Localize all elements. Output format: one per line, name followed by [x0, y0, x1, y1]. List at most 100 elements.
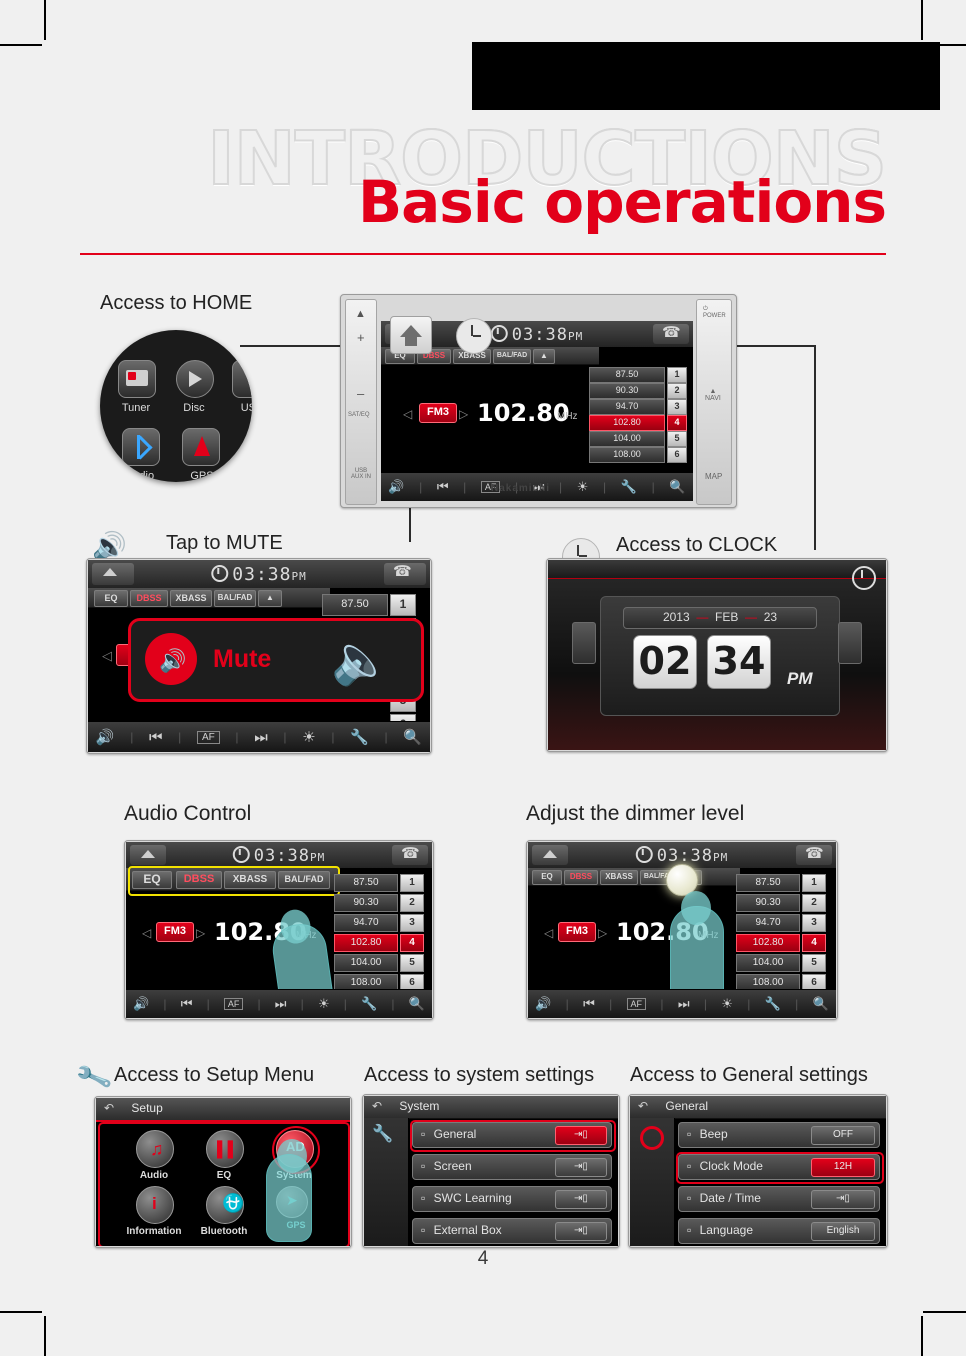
next-track-icon[interactable]: ⏭ [275, 996, 287, 1012]
navigation-arrow-icon[interactable] [182, 428, 220, 466]
preset-number[interactable]: 3 [667, 399, 687, 415]
dimmer-icon[interactable]: ☀ [318, 996, 330, 1012]
mute-overlay[interactable]: 🔊 Mute 🔈 [128, 618, 424, 702]
home-icon[interactable] [130, 845, 166, 865]
enter-icon[interactable]: ⇥▯ [555, 1190, 607, 1209]
general-row-date-time[interactable]: ▫ Date / Time ⇥▯ [678, 1186, 880, 1212]
preset-frequency[interactable]: 104.00 [589, 431, 665, 447]
preset-number[interactable]: 4 [400, 934, 424, 952]
home-icon[interactable] [532, 845, 568, 865]
eq-button[interactable]: EQ [94, 590, 128, 607]
prev-arrow-icon[interactable]: ◁ [544, 926, 553, 940]
prev-arrow-icon[interactable]: ◁ [102, 648, 112, 664]
clock-hour[interactable]: 02 [633, 635, 697, 689]
bottom-toolbar[interactable]: 🔊 | ⏮ | AF | ⏭ | ☀ | 🔧 | 🔍 [528, 989, 836, 1018]
preset-frequency[interactable]: 87.50 [334, 874, 398, 892]
band-button[interactable]: FM3 [419, 403, 457, 423]
preset-frequency[interactable]: 102.80 [736, 934, 800, 952]
preset-number[interactable]: 1 [667, 367, 687, 383]
enter-icon[interactable]: ⇥▯ [811, 1190, 875, 1209]
row-value[interactable]: OFF [811, 1126, 875, 1145]
preset-frequency[interactable]: 90.30 [589, 383, 665, 399]
band-icon[interactable]: AF [223, 998, 244, 1010]
preset-frequency[interactable]: 104.00 [736, 954, 800, 972]
home-icon[interactable] [92, 563, 134, 585]
right-button-column[interactable]: ⏻ POWER ▲ NAVI MAP [696, 299, 732, 505]
bottom-toolbar[interactable]: 🔊 | ⏮ | AF | ⏭ | ☀ | 🔧 | 🔍 [88, 721, 430, 752]
preset-frequency[interactable]: 102.80 [334, 934, 398, 952]
preset-number[interactable]: 1 [802, 874, 826, 892]
dimmer-icon[interactable]: ☀ [302, 728, 315, 746]
row-value[interactable]: English [811, 1222, 875, 1241]
preset-frequency[interactable]: 94.70 [736, 914, 800, 932]
enter-icon[interactable]: ⇥▯ [555, 1158, 607, 1177]
preset-number[interactable]: 2 [400, 894, 424, 912]
system-row-swc[interactable]: ▫ SWC Learning ⇥▯ [412, 1186, 612, 1212]
gear-icon[interactable] [640, 1126, 664, 1150]
preset-frequency[interactable]: 108.00 [589, 447, 665, 463]
preset-number[interactable]: 5 [400, 954, 424, 972]
home-popup[interactable]: Tuner Disc USB Audio GPS [100, 330, 252, 482]
general-row-beep[interactable]: ▫ Beep OFF [678, 1122, 880, 1148]
dbss-button[interactable]: DBSS [564, 870, 598, 885]
setup-menu-screen[interactable]: ↶ Setup ♫ Audio ▌▌ EQ AD System i Inform… [96, 1098, 350, 1246]
general-row-language[interactable]: ▫ Language English [678, 1218, 880, 1244]
dimmer-screen[interactable]: 03:38PM EQ DBSS XBASS BAL/FAD ▲ 87.501 9… [528, 842, 836, 1018]
settings-icon[interactable]: 🔧 [621, 479, 637, 495]
clock-icon-callout[interactable] [456, 318, 492, 354]
dimmer-icon[interactable]: ☀ [577, 479, 589, 495]
next-track-icon[interactable]: ⏭ [254, 729, 268, 746]
preset-number[interactable]: 5 [667, 431, 687, 447]
preset-number[interactable]: 6 [667, 447, 687, 463]
system-row-screen[interactable]: ▫ Screen ⇥▯ [412, 1154, 612, 1180]
antenna-icon[interactable]: ▲ [533, 349, 555, 364]
balance-fader-button[interactable]: BAL/FAD [493, 349, 531, 364]
mute-icon[interactable]: 🔊 [535, 996, 551, 1012]
phone-icon[interactable] [384, 562, 426, 585]
next-arrow-icon[interactable]: ▷ [598, 926, 607, 940]
preset-frequency[interactable]: 87.50 [736, 874, 800, 892]
settings-icon[interactable]: 🔧 [765, 996, 781, 1012]
mute-icon[interactable]: 🔊 [388, 479, 404, 495]
preset-frequency[interactable]: 87.50 [322, 594, 388, 616]
prev-track-icon[interactable]: ⏮ [437, 479, 449, 495]
left-button-column[interactable]: ▲ + – SAT/EQ USB AUX IN [345, 299, 377, 505]
eq-strip[interactable]: EQ DBSS XBASS BAL/FAD ▲ [88, 588, 330, 608]
preset-number[interactable]: 2 [667, 383, 687, 399]
mute-icon[interactable]: 🔊 [133, 996, 149, 1012]
phone-icon[interactable] [796, 844, 832, 865]
radio-icon[interactable] [118, 360, 156, 398]
clock-icon[interactable] [852, 566, 876, 590]
disc-play-icon[interactable] [176, 360, 214, 398]
eq-strip[interactable]: EQ DBSS XBASS BAL/FAD ▲ [528, 868, 740, 886]
audio-control-screen[interactable]: 03:38PM EQ DBSS XBASS BAL/FAD 87.501 90.… [126, 842, 432, 1018]
general-settings-screen[interactable]: ↶ General ▫ Beep OFF ▫ Clock Mode 12H ▫ … [630, 1096, 886, 1246]
dbss-button[interactable]: DBSS [130, 590, 168, 607]
mute-icon[interactable]: 🔊 [96, 728, 115, 746]
preset-frequency[interactable]: 94.70 [589, 399, 665, 415]
system-settings-screen[interactable]: ↶ System 🔧 ▫ General ⇥▯ ▫ Screen ⇥▯ ▫ SW… [364, 1096, 618, 1246]
dimmer-icon[interactable]: ☀ [721, 996, 733, 1012]
next-track-icon[interactable]: ⏭ [678, 996, 690, 1012]
prev-track-icon[interactable]: ⏮ [181, 996, 193, 1012]
preset-number[interactable]: 1 [390, 594, 416, 616]
wrench-icon[interactable]: 🔧 [372, 1124, 393, 1144]
next-arrow-icon[interactable]: ▷ [459, 407, 468, 421]
back-icon[interactable]: ↶ [372, 1099, 382, 1113]
preset-frequency[interactable]: 104.00 [334, 954, 398, 972]
back-icon[interactable]: ↶ [104, 1101, 114, 1115]
preset-number[interactable]: 4 [667, 415, 687, 431]
preset-number[interactable]: 2 [802, 894, 826, 912]
preset-frequency[interactable]: 87.50 [589, 367, 665, 383]
preset-number[interactable]: 3 [802, 914, 826, 932]
next-arrow-icon[interactable]: ▷ [196, 926, 205, 940]
settings-icon[interactable]: 🔧 [361, 996, 377, 1012]
search-icon[interactable]: 🔍 [813, 996, 829, 1012]
search-icon[interactable]: 🔍 [403, 728, 422, 746]
clock-minute[interactable]: 34 [707, 635, 771, 689]
eq-button[interactable]: EQ [532, 870, 562, 885]
settings-icon[interactable]: 🔧 [350, 728, 369, 746]
prev-arrow-icon[interactable]: ◁ [403, 407, 412, 421]
search-icon[interactable]: 🔍 [669, 479, 685, 495]
usb-icon[interactable] [232, 360, 252, 398]
